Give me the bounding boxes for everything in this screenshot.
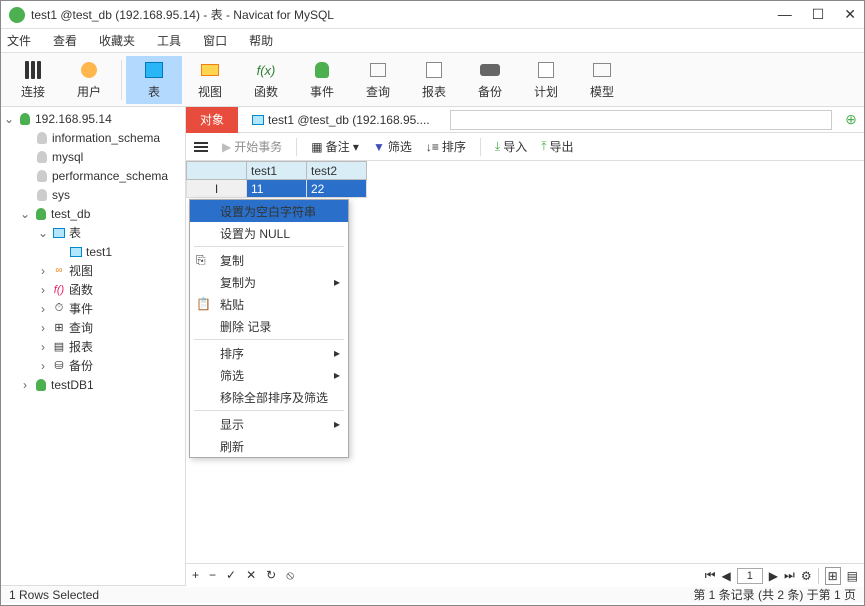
menu-help[interactable]: 帮助 xyxy=(249,32,273,49)
tree-connection[interactable]: ⌄ 192.168.95.14 xyxy=(1,109,185,128)
status-selection: 1 Rows Selected xyxy=(9,588,99,602)
app-icon xyxy=(9,7,25,23)
tree-reports[interactable]: ›▤报表 xyxy=(1,337,185,356)
stop-button[interactable]: ⦸ xyxy=(286,568,294,583)
toolbar-backup[interactable]: 备份 xyxy=(462,56,518,104)
filter-button[interactable]: ▼筛选 xyxy=(373,138,412,155)
toolbar-model[interactable]: 模型 xyxy=(574,56,630,104)
refresh-button[interactable]: ↻ xyxy=(266,568,276,583)
row-indicator-header xyxy=(187,162,247,180)
menu-paste[interactable]: 📋粘贴 xyxy=(190,293,348,315)
toolbar-event[interactable]: 事件 xyxy=(294,56,350,104)
menubar: 文件 查看 收藏夹 工具 窗口 帮助 xyxy=(1,29,864,53)
begin-transaction-button[interactable]: ▶开始事务 xyxy=(222,138,282,155)
cell[interactable]: 11 xyxy=(247,180,307,198)
menu-file[interactable]: 文件 xyxy=(7,32,31,49)
import-button[interactable]: ⤓导入 xyxy=(495,138,527,155)
new-tab-button[interactable]: ⊕ xyxy=(838,111,864,128)
tree-connection-label: 192.168.95.14 xyxy=(35,112,112,126)
maximize-button[interactable]: ☐ xyxy=(812,6,825,23)
sub-toolbar: ▶开始事务 ▦备注 ▾ ▼筛选 ↓≡排序 ⤓导入 ⤒导出 xyxy=(186,133,864,161)
context-menu: 设置为空白字符串 设置为 NULL ⎘复制 复制为▸ 📋粘贴 删除 记录 排序▸… xyxy=(189,199,349,458)
export-button[interactable]: ⤒导出 xyxy=(541,138,573,155)
tree-db-item[interactable]: sys xyxy=(1,185,185,204)
menu-icon[interactable] xyxy=(194,142,208,152)
next-page-button[interactable]: ▶ xyxy=(769,569,778,583)
cell[interactable]: 22 xyxy=(307,180,367,198)
toolbar-table[interactable]: 表 xyxy=(126,56,182,104)
menu-remove-sort-filter[interactable]: 移除全部排序及筛选 xyxy=(190,386,348,408)
menu-refresh[interactable]: 刷新 xyxy=(190,435,348,457)
status-bar: 1 Rows Selected 第 1 条记录 (共 2 条) 于第 1 页 xyxy=(1,585,864,603)
tab-bar: 对象 test1 @test_db (192.168.95.... ⊕ xyxy=(186,107,864,133)
menu-favorites[interactable]: 收藏夹 xyxy=(99,32,135,49)
menu-display[interactable]: 显示▸ xyxy=(190,413,348,435)
memo-button[interactable]: ▦备注 ▾ xyxy=(311,138,359,155)
tree-queries[interactable]: ›⊞查询 xyxy=(1,318,185,337)
menu-tools[interactable]: 工具 xyxy=(157,32,181,49)
tree-db-open[interactable]: ⌄test_db xyxy=(1,204,185,223)
prev-page-button[interactable]: ◀ xyxy=(722,569,731,583)
paste-icon: 📋 xyxy=(196,297,210,311)
menu-filter[interactable]: 筛选▸ xyxy=(190,364,348,386)
tree-db-item[interactable]: performance_schema xyxy=(1,166,185,185)
last-page-button[interactable]: ⏭ xyxy=(784,568,795,583)
close-button[interactable]: ✕ xyxy=(844,6,856,23)
table-row[interactable]: I 11 22 xyxy=(187,180,367,198)
menu-window[interactable]: 窗口 xyxy=(203,32,227,49)
toolbar-view[interactable]: 视图 xyxy=(182,56,238,104)
minimize-button[interactable]: — xyxy=(778,6,792,23)
form-view-button[interactable]: ▤ xyxy=(847,569,858,583)
add-row-button[interactable]: + xyxy=(192,568,199,583)
copy-icon: ⎘ xyxy=(196,253,210,267)
toolbar-report[interactable]: 报表 xyxy=(406,56,462,104)
first-page-button[interactable]: ⏮ xyxy=(705,568,716,583)
toolbar-user[interactable]: 用户 xyxy=(61,56,117,104)
main-toolbar: 连接 用户 表 视图 f(x)函数 事件 查询 报表 备份 计划 模型 xyxy=(1,53,864,107)
settings-icon[interactable]: ⚙ xyxy=(801,569,812,583)
tree-tables-folder[interactable]: ⌄表 xyxy=(1,223,185,242)
toolbar-schedule[interactable]: 计划 xyxy=(518,56,574,104)
menu-sort[interactable]: 排序▸ xyxy=(190,342,348,364)
menu-copy[interactable]: ⎘复制 xyxy=(190,249,348,271)
search-input[interactable] xyxy=(450,110,832,130)
tree-db-item[interactable]: information_schema xyxy=(1,128,185,147)
tree-events[interactable]: ›⏱事件 xyxy=(1,299,185,318)
delete-row-button[interactable]: − xyxy=(209,568,216,583)
tree-views[interactable]: ›∞视图 xyxy=(1,261,185,280)
column-header[interactable]: test1 xyxy=(247,162,307,180)
page-input[interactable]: 1 xyxy=(737,568,763,584)
status-record-info: 第 1 条记录 (共 2 条) 于第 1 页 xyxy=(693,586,856,603)
apply-button[interactable]: ✓ xyxy=(226,568,236,583)
tree-db-closed[interactable]: ›testDB1 xyxy=(1,375,185,394)
menu-copy-as[interactable]: 复制为▸ xyxy=(190,271,348,293)
menu-set-null[interactable]: 设置为 NULL xyxy=(190,222,348,244)
menu-view[interactable]: 查看 xyxy=(53,32,77,49)
toolbar-function[interactable]: f(x)函数 xyxy=(238,56,294,104)
window-title: test1 @test_db (192.168.95.14) - 表 - Nav… xyxy=(31,6,778,23)
menu-delete-record[interactable]: 删除 记录 xyxy=(190,315,348,337)
menu-set-empty-string[interactable]: 设置为空白字符串 xyxy=(190,200,348,222)
grid-bottom-bar: + − ✓ ✕ ↻ ⦸ ⏮ ◀ 1 ▶ ⏭ ⚙ ⊞ ▤ xyxy=(186,563,864,587)
cancel-button[interactable]: ✕ xyxy=(246,568,256,583)
tab-objects[interactable]: 对象 xyxy=(186,107,238,133)
tree-functions[interactable]: ›f()函数 xyxy=(1,280,185,299)
sort-button[interactable]: ↓≡排序 xyxy=(426,138,466,155)
toolbar-query[interactable]: 查询 xyxy=(350,56,406,104)
toolbar-connection[interactable]: 连接 xyxy=(5,56,61,104)
tree-db-item[interactable]: mysql xyxy=(1,147,185,166)
tree-backups[interactable]: ›⛁备份 xyxy=(1,356,185,375)
tree-table-item[interactable]: test1 xyxy=(1,242,185,261)
grid-view-button[interactable]: ⊞ xyxy=(825,567,841,585)
tab-table[interactable]: test1 @test_db (192.168.95.... xyxy=(238,107,444,133)
row-indicator: I xyxy=(187,180,247,198)
column-header[interactable]: test2 xyxy=(307,162,367,180)
sidebar: ⌄ 192.168.95.14 information_schema mysql… xyxy=(1,107,186,585)
